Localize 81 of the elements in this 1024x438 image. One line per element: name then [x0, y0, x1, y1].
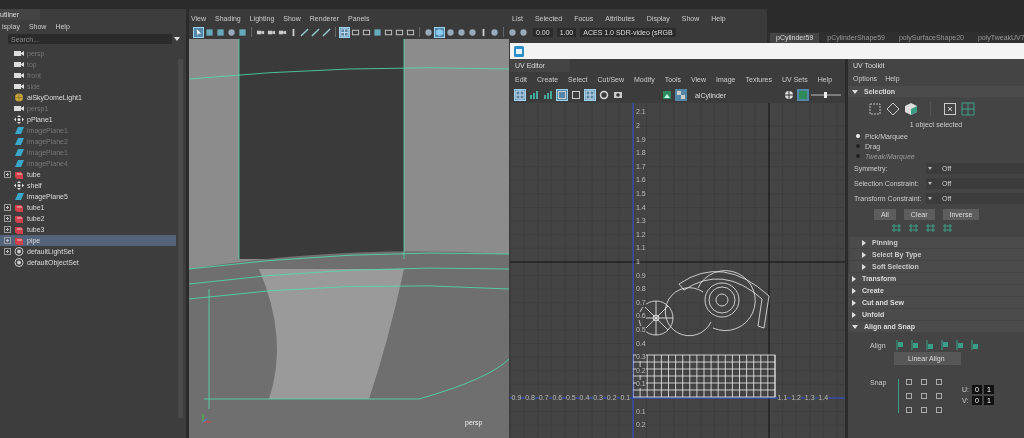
- marquee-icon[interactable]: [868, 102, 882, 116]
- expand-icon[interactable]: [4, 204, 11, 211]
- slider-drawing[interactable]: [811, 90, 841, 100]
- toolbar-button[interactable]: [467, 26, 478, 38]
- camera-icon: [14, 71, 24, 80]
- globe-icon: [14, 93, 24, 102]
- image-plane-icon: [14, 192, 24, 201]
- toolbar-button[interactable]: [204, 26, 215, 38]
- cube-icon[interactable]: [904, 102, 918, 116]
- toolbar-button[interactable]: [507, 26, 518, 38]
- arrow-icon: [194, 27, 203, 37]
- transform-node-icon: [14, 115, 24, 124]
- grid-icon: [585, 90, 595, 100]
- mesh-icon: [14, 225, 24, 234]
- square-icon: [373, 27, 382, 37]
- sphere-icon: [599, 90, 609, 100]
- toolbar-button[interactable]: [423, 26, 434, 38]
- checkbox[interactable]: [921, 407, 927, 413]
- toolbar-button[interactable]: [456, 26, 467, 38]
- diamond-icon[interactable]: [886, 102, 900, 116]
- expand-icon[interactable]: [4, 248, 11, 255]
- sphere-icon[interactable]: [783, 89, 795, 101]
- grid-icon: [515, 90, 525, 100]
- image-icon[interactable]: [660, 89, 673, 101]
- camera-icon: [14, 82, 24, 91]
- expand-icon[interactable]: [4, 171, 11, 178]
- toolbar-button[interactable]: [570, 89, 582, 101]
- checkbox[interactable]: [906, 379, 912, 385]
- toolbar-button[interactable]: [372, 26, 383, 38]
- bars-icon: [543, 90, 553, 100]
- align-icon[interactable]: [971, 340, 980, 350]
- toolbar-button[interactable]: [299, 26, 310, 38]
- sphere-icon: [424, 27, 433, 37]
- mesh-icon: [14, 203, 24, 212]
- align-icon[interactable]: [941, 340, 950, 350]
- expand-icon[interactable]: [4, 237, 11, 244]
- checkbox[interactable]: [936, 393, 942, 399]
- bars-icon: [529, 90, 539, 100]
- transform-node-icon: [14, 181, 24, 190]
- mesh-icon: [14, 170, 24, 179]
- axis-gizmo-icon: [201, 412, 213, 424]
- checkbox[interactable]: [906, 407, 912, 413]
- checkbox[interactable]: [921, 379, 927, 385]
- toolbar-button[interactable]: [598, 89, 610, 101]
- square-icon: [238, 27, 247, 37]
- toolbar-button[interactable]: [339, 26, 350, 38]
- toolbar-button[interactable]: [310, 26, 321, 38]
- checkbox[interactable]: [921, 393, 927, 399]
- square-icon: [216, 27, 225, 37]
- toolbar-button[interactable]: [612, 89, 624, 101]
- toolbar-button[interactable]: [434, 26, 445, 38]
- toolbar-button[interactable]: [193, 26, 204, 38]
- toolbar-button[interactable]: [215, 26, 226, 38]
- expand-icon[interactable]: [4, 215, 11, 222]
- camera-icon: [14, 104, 24, 113]
- cube-icon: [435, 27, 444, 37]
- align-icon[interactable]: [926, 340, 935, 350]
- align-icon[interactable]: [956, 340, 965, 350]
- toolbar-button[interactable]: [237, 26, 248, 38]
- camera-icon: [14, 60, 24, 69]
- camera-icon: [613, 90, 623, 100]
- expand-icon[interactable]: [4, 226, 11, 233]
- sphere-icon: [227, 27, 236, 37]
- checkbox[interactable]: [906, 393, 912, 399]
- checkbox[interactable]: [936, 407, 942, 413]
- shrink-selection-icon[interactable]: [943, 102, 957, 116]
- camera-icon: [14, 49, 24, 58]
- toolbar-button[interactable]: [445, 26, 456, 38]
- checkbox[interactable]: [936, 379, 942, 385]
- mesh-icon: [14, 214, 24, 223]
- toolbar-button[interactable]: [489, 26, 500, 38]
- grid-icon: [340, 27, 349, 37]
- mesh-icon: [14, 236, 24, 245]
- caret-icon: [174, 37, 180, 41]
- checker-icon[interactable]: [674, 89, 687, 101]
- toolbar-button[interactable]: [321, 26, 332, 38]
- square-icon: [205, 27, 214, 37]
- align-icon[interactable]: [911, 340, 920, 350]
- align-icon[interactable]: [896, 340, 905, 350]
- toolbar-button[interactable]: [518, 26, 529, 38]
- toolbar-button[interactable]: [226, 26, 237, 38]
